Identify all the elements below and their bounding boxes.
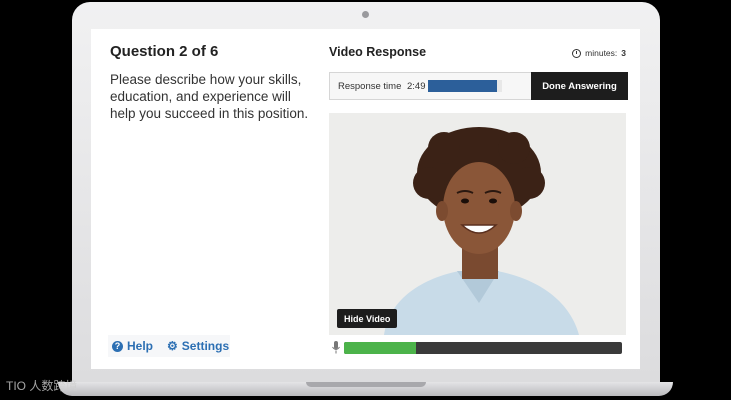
response-time-label: Response time <box>338 81 402 92</box>
response-progress-fill <box>428 80 497 92</box>
response-time-value: 2:49 <box>407 81 426 92</box>
settings-link[interactable]: ⚙ Settings <box>167 339 229 353</box>
laptop-base-notch <box>306 382 426 387</box>
audio-level-fill <box>344 342 417 354</box>
minutes-indicator: minutes: 3 <box>572 48 626 58</box>
video-preview: Hide Video <box>329 113 626 335</box>
done-answering-button[interactable]: Done Answering <box>531 72 628 100</box>
settings-label: Settings <box>181 339 230 353</box>
audio-level-meter <box>344 342 622 354</box>
watermark-text: TIO 人数跨境 <box>6 379 78 393</box>
footer-links: ? Help ⚙ Settings <box>108 335 230 357</box>
question-text: Please describe how your skills, educati… <box>110 72 309 121</box>
minutes-value: 3 <box>621 48 626 58</box>
minutes-label: minutes: <box>585 48 618 58</box>
help-link[interactable]: ? Help <box>112 339 153 353</box>
hide-video-button[interactable]: Hide Video <box>337 309 398 328</box>
gear-icon: ⚙ <box>167 339 178 353</box>
help-icon: ? <box>112 340 123 352</box>
screen: Question 2 of 6 Please describe how your… <box>91 29 640 369</box>
question-title: Question 2 of 6 <box>110 43 219 60</box>
response-progress-track <box>428 80 502 92</box>
help-label: Help <box>127 339 154 353</box>
microphone-icon <box>332 341 340 354</box>
candidate-video-image <box>329 113 626 335</box>
video-response-title: Video Response <box>329 45 427 59</box>
webcam-dot <box>362 11 369 18</box>
clock-icon <box>572 48 582 58</box>
